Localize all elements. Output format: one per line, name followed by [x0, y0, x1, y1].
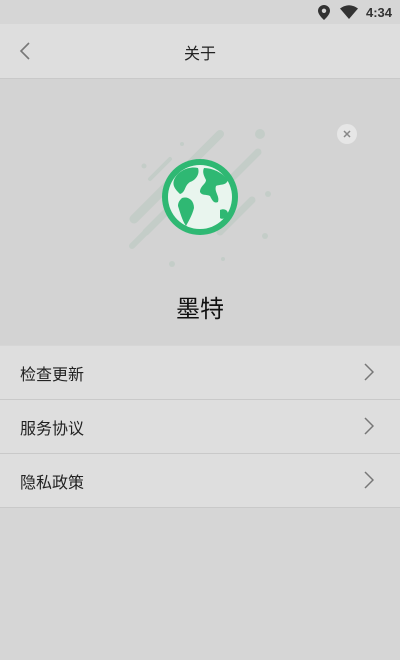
menu-list: 检查更新 服务协议 隐私政策	[0, 346, 400, 508]
menu-item-label: 检查更新	[20, 364, 85, 384]
location-icon	[317, 4, 330, 20]
menu-item-label: 服务协议	[20, 418, 85, 438]
wifi-icon	[339, 5, 358, 19]
menu-item-service-agreement[interactable]: 服务协议	[0, 399, 400, 453]
nav-bar: 关于	[0, 24, 400, 79]
status-time: 4:34	[365, 4, 392, 20]
close-button[interactable]	[337, 124, 357, 144]
about-header: 墨特	[0, 79, 400, 345]
app-name: 墨特	[176, 295, 224, 323]
status-icons: 4:34	[317, 3, 392, 21]
chevron-right-icon	[364, 471, 374, 489]
app-logo-illustration	[129, 129, 271, 267]
close-icon	[343, 130, 351, 138]
chevron-right-icon	[364, 363, 374, 381]
menu-item-privacy-policy[interactable]: 隐私政策	[0, 453, 400, 507]
chevron-right-icon	[364, 417, 374, 435]
page-title: 关于	[183, 44, 216, 63]
menu-item-label: 隐私政策	[20, 472, 85, 492]
menu-item-check-update[interactable]: 检查更新	[0, 346, 400, 399]
status-bar: 4:34	[0, 0, 400, 24]
